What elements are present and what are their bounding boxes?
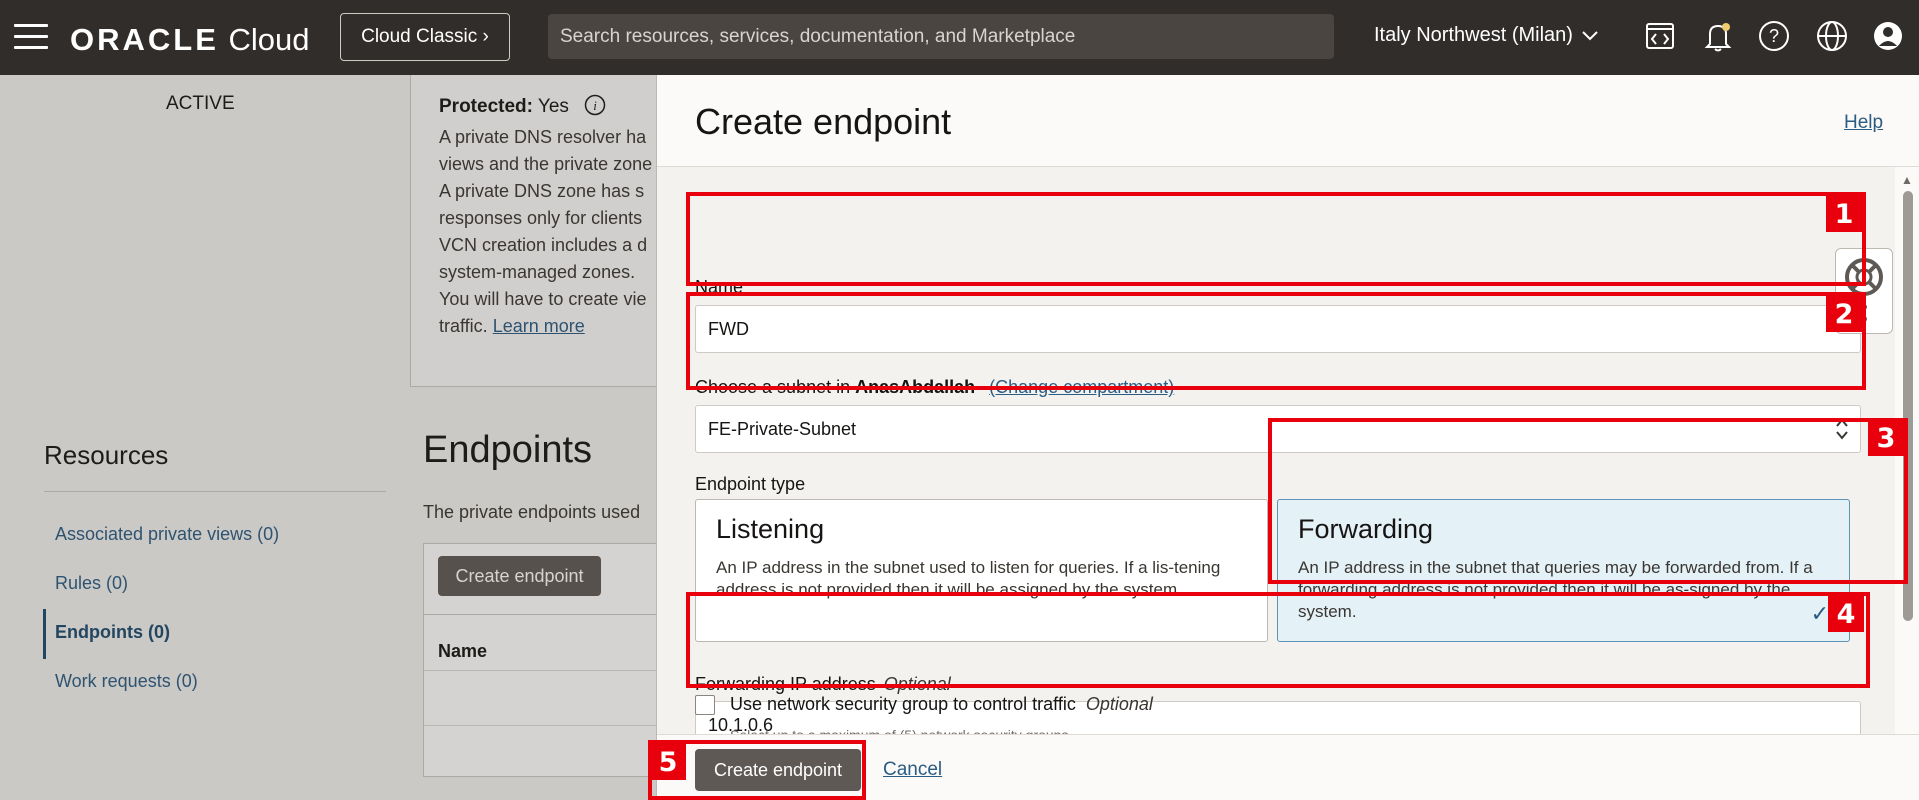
cloud-classic-button[interactable]: Cloud Classic › [340, 13, 510, 61]
endpoint-type-listening[interactable]: Listening An IP address in the subnet us… [695, 499, 1268, 642]
endpoint-type-forwarding[interactable]: Forwarding An IP address in the subnet t… [1277, 499, 1850, 642]
nsg-checkbox[interactable] [695, 695, 715, 715]
annotation-badge-3: 3 [1868, 420, 1904, 456]
help-link[interactable]: Help [1844, 112, 1883, 134]
notifications-bell-icon[interactable] [1700, 18, 1736, 54]
endpoint-type-label: Endpoint type [695, 474, 806, 494]
language-globe-icon[interactable] [1814, 18, 1850, 54]
name-label: Name [695, 277, 744, 297]
drawer-footer: Create endpoint Cancel [657, 734, 1919, 800]
subnet-select[interactable]: FE-Private-Subnet [695, 405, 1861, 453]
drawer-body: Name FWD Choose a subnet in AnasAbdallah… [657, 167, 1895, 749]
svg-text:?: ? [1769, 26, 1779, 46]
name-input[interactable]: FWD [695, 305, 1861, 353]
scroll-up-icon[interactable]: ▲ [1901, 173, 1913, 187]
drawer-title: Create endpoint [695, 101, 952, 142]
checkmark-icon: ✓ [1810, 601, 1829, 626]
scroll-thumb[interactable] [1903, 191, 1913, 621]
chevron-down-icon [1582, 30, 1598, 40]
help-question-icon[interactable]: ? [1756, 18, 1792, 54]
user-profile-icon[interactable] [1870, 18, 1906, 54]
create-endpoint-button[interactable]: Create endpoint [695, 749, 861, 791]
annotation-badge-4: 4 [1828, 596, 1864, 632]
create-endpoint-drawer: Create endpoint Help Name FWD Choose a s… [656, 75, 1919, 800]
code-editor-icon[interactable] [1642, 18, 1678, 54]
nsg-label: Use network security group to control tr… [730, 694, 1153, 714]
hamburger-menu-icon[interactable] [14, 24, 48, 50]
annotation-badge-1: 1 [1826, 196, 1862, 232]
change-compartment-link[interactable]: (Change compartment) [989, 377, 1174, 397]
subnet-label: Choose a subnet in AnasAbdallah (Change c… [695, 377, 1175, 397]
card-description: An IP address in the subnet used to list… [716, 558, 1221, 599]
chevron-right-icon: › [482, 26, 489, 47]
annotation-badge-2: 2 [1826, 296, 1862, 332]
card-title: Listening [716, 514, 825, 544]
select-arrows-icon [1836, 418, 1848, 440]
forwarding-ip-label: Forwarding IP address Optional [695, 674, 951, 694]
modal-overlay[interactable] [0, 75, 660, 800]
card-description: An IP address in the subnet that queries… [1298, 558, 1813, 621]
search-input[interactable]: Search resources, services, documentatio… [548, 14, 1334, 59]
top-navigation-bar: ORACLE Cloud Cloud Classic › Search reso… [0, 0, 1919, 75]
cancel-link[interactable]: Cancel [883, 759, 942, 781]
annotation-badge-5: 5 [650, 744, 686, 780]
card-title: Forwarding [1298, 514, 1434, 544]
drawer-header: Create endpoint Help [657, 75, 1919, 167]
oracle-cloud-logo[interactable]: ORACLE Cloud [70, 22, 310, 58]
region-selector[interactable]: Italy Northwest (Milan) [1374, 24, 1599, 47]
